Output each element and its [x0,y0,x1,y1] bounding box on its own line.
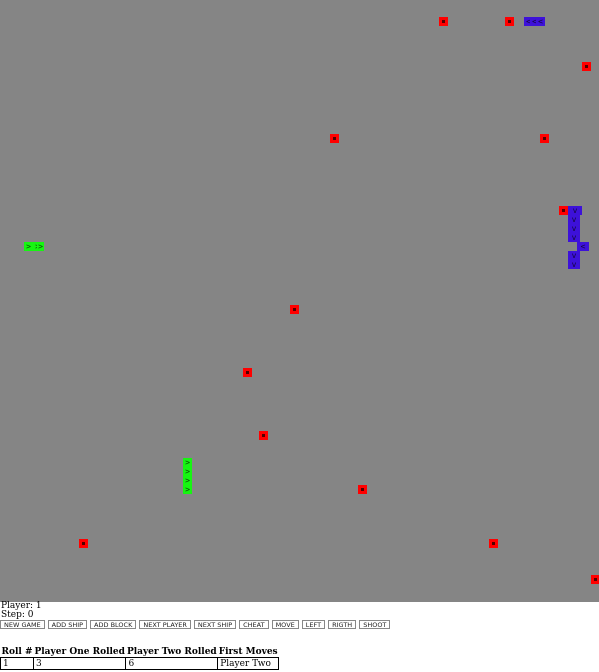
step-label: Step: [1,610,25,620]
block[interactable] [489,539,498,548]
block[interactable] [582,62,591,71]
controls-bar: NEW GAME ADD SHIP ADD BLOCK NEXT PLAYER … [0,620,391,629]
add-block-button[interactable]: ADD BLOCK [90,620,137,629]
cell-roll-number: 1 [0,657,34,670]
table-row: 1 3 6 Player Two [0,657,280,670]
block[interactable] [290,305,299,314]
player-two-ship-cell[interactable]: < [577,242,589,251]
player-one-ship-cell[interactable]: > [183,485,192,494]
move-button[interactable]: MOVE [271,620,299,629]
player-one-ship-cell[interactable]: > [37,242,44,251]
block[interactable] [358,485,367,494]
column-header-roll-number: Roll # [1,647,33,657]
next-player-button[interactable]: NEXT PLAYER [139,620,191,629]
player-one-ship-cell[interactable]: > [24,242,33,251]
right-button[interactable]: RIGTH [328,620,357,629]
cell-first-moves: Player Two [217,657,280,670]
left-button[interactable]: LEFT [301,620,326,629]
step-value: 0 [27,610,34,620]
block[interactable] [591,575,599,584]
player-two-ship-cell[interactable]: v [568,206,582,215]
table-header-row: Roll # Player One Rolled Player Two Roll… [1,647,279,658]
add-ship-button[interactable]: ADD SHIP [47,620,88,629]
player-two-ship-cell[interactable]: < [536,17,545,26]
player-two-ship-cell[interactable]: v [568,260,580,269]
column-header-player-two: Player Two Rolled [126,647,217,657]
block[interactable] [559,206,568,215]
player-one-ship-cell[interactable]: > [183,458,192,467]
player-two-ship-cell[interactable]: v [568,233,580,242]
shoot-button[interactable]: SHOOT [359,620,391,629]
roll-table: Roll # Player One Rolled Player Two Roll… [0,647,280,670]
next-ship-button[interactable]: NEXT SHIP [193,620,237,629]
player-two-ship-cell[interactable]: v [568,215,580,224]
column-header-player-one: Player One Rolled [34,647,125,657]
player-one-ship-cell[interactable]: > [183,467,192,476]
block[interactable] [243,368,252,377]
player-two-ship-cell[interactable]: v [568,224,580,233]
block[interactable] [540,134,549,143]
game-status: Player: 1 Step: 0 [1,602,42,620]
new-game-button[interactable]: NEW GAME [0,620,45,629]
column-header-first-moves: First Moves [218,647,278,657]
player-one-ship-cell[interactable]: > [183,476,192,485]
block[interactable] [330,134,339,143]
cell-player-two-rolled: 6 [125,657,219,670]
block[interactable] [505,17,514,26]
game-board[interactable]: > > > > > > > < < < v v v v < v v [0,0,599,602]
block[interactable] [439,17,448,26]
block[interactable] [79,539,88,548]
player-value: 1 [35,601,42,611]
step-status: Step: 0 [1,611,42,620]
block[interactable] [259,431,268,440]
player-two-ship-cell[interactable]: v [568,251,580,260]
cell-player-one-rolled: 3 [32,657,127,670]
cheat-button[interactable]: CHEAT [239,620,269,629]
